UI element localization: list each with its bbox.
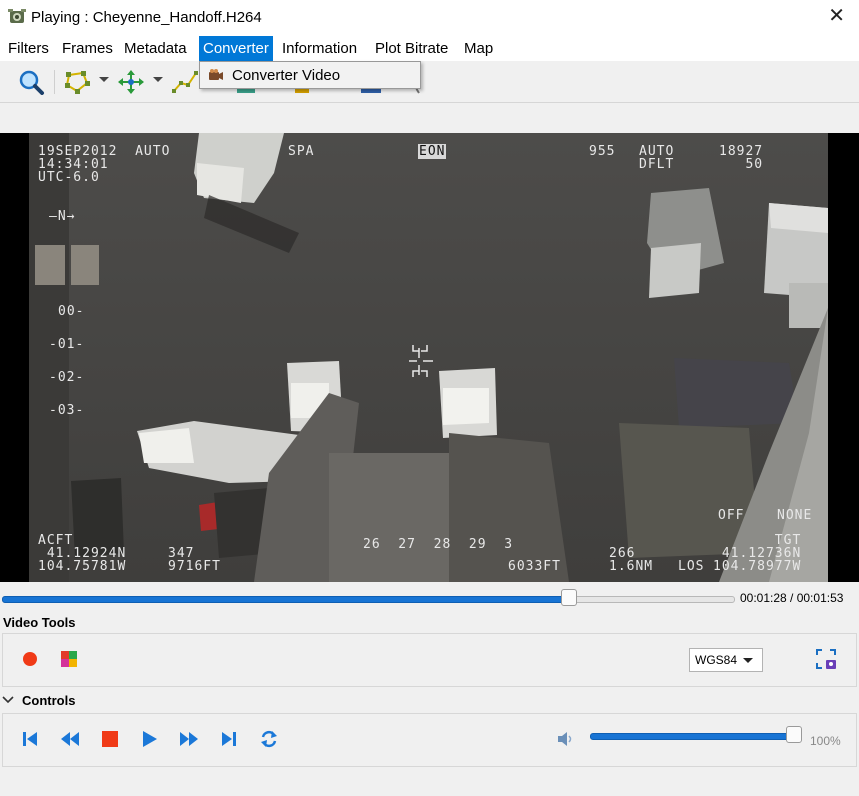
title-bar: Playing : Cheyenne_Handoff.H264 ✕ [0,0,859,36]
play-icon[interactable] [140,729,160,749]
controls-label: Controls [22,693,76,708]
menu-filters[interactable]: Filters [8,36,49,61]
loop-icon[interactable] [259,729,279,749]
record-icon[interactable] [23,652,37,666]
osd-ladder-1: -01- [49,337,85,352]
move-cross-icon[interactable] [117,69,145,95]
osd-eon: EON [418,144,447,159]
controls-panel [2,713,857,767]
osd-altitude: 347 9716FT [168,546,221,574]
polyline-icon[interactable] [171,69,199,95]
window-title: Playing : Cheyenne_Handoff.H264 [31,9,262,26]
menu-frames[interactable]: Frames [62,36,113,61]
osd-target-coords: TGT 41.12736N 104.78977W [713,533,802,574]
osd-datetime: 19SEP2012 AUTO 14:34:01 UTC-6.0 [38,144,171,185]
video-scene-image [29,133,828,582]
skip-end-icon[interactable] [219,729,239,749]
speaker-icon[interactable] [556,730,574,748]
color-squares-icon[interactable] [61,651,77,667]
osd-auto-dflt: AUTO DFLT [639,144,675,172]
seek-handle[interactable] [561,589,577,606]
coordinate-system-value: WGS84 [695,653,738,667]
converter-video-item[interactable]: Converter Video [200,62,420,88]
polygon-dropdown-icon[interactable] [99,77,109,82]
osd-los: LOS [678,559,705,574]
osd-none: NONE [777,508,813,523]
toolbar-separator [54,70,55,94]
playback-time: 00:01:28 / 00:01:53 [740,591,844,605]
menu-metadata[interactable]: Metadata [124,36,187,61]
seek-progress-fill [2,596,570,603]
video-tools-label: Video Tools [3,615,76,630]
magnifier-icon[interactable] [17,69,45,95]
menu-information[interactable]: Information [282,36,357,61]
rewind-icon[interactable] [60,729,80,749]
stop-icon[interactable] [100,729,120,749]
osd-north-indicator: —N→ [49,209,76,224]
osd-ladder-3: -03- [49,403,85,418]
osd-ladder-0: 00- [58,304,85,319]
video-frame[interactable]: 19SEP2012 AUTO 14:34:01 UTC-6.0 SPA EON … [29,133,828,582]
video-player[interactable]: 19SEP2012 AUTO 14:34:01 UTC-6.0 SPA EON … [0,133,859,582]
app-logo-icon [8,9,26,23]
menu-converter[interactable]: Converter [199,36,273,61]
seek-bar: 00:01:28 / 00:01:53 [0,588,859,608]
volume-slider-track[interactable] [590,733,800,740]
osd-heading-tape: 26 27 28 29 3 [363,537,514,552]
toolbar [0,61,859,103]
osd-aircraft-coords: ACFT 41.12924N 104.75781W [38,533,127,574]
converter-video-label: Converter Video [232,67,341,84]
skip-start-icon[interactable] [20,729,40,749]
osd-ladder-2: -02- [49,370,85,385]
camera-icon [209,69,223,80]
polygon-icon[interactable] [63,69,91,95]
osd-center-number: 955 [589,144,616,159]
menu-map[interactable]: Map [464,36,493,61]
osd-slant-range: 266 1.6NM [609,546,654,574]
fast-forward-icon[interactable] [179,729,199,749]
chevron-down-icon [743,658,753,663]
osd-off: OFF [718,508,745,523]
volume-slider-handle[interactable] [786,726,802,743]
menu-bar: Filters Frames Metadata Converter Inform… [0,36,859,61]
osd-range: 6033FT [508,559,561,574]
capture-icon[interactable] [815,648,837,670]
volume-percent: 100% [810,734,841,748]
coordinate-system-select[interactable]: WGS84 [689,648,763,672]
close-button[interactable]: ✕ [828,5,845,27]
menu-plot-bitrate[interactable]: Plot Bitrate [375,36,448,61]
osd-spa: SPA [288,144,315,159]
osd-top-right-number: 18927 50 [719,144,764,172]
converter-dropdown-menu: Converter Video [199,61,421,89]
collapse-chevron-icon[interactable] [2,695,14,705]
move-dropdown-icon[interactable] [153,77,163,82]
